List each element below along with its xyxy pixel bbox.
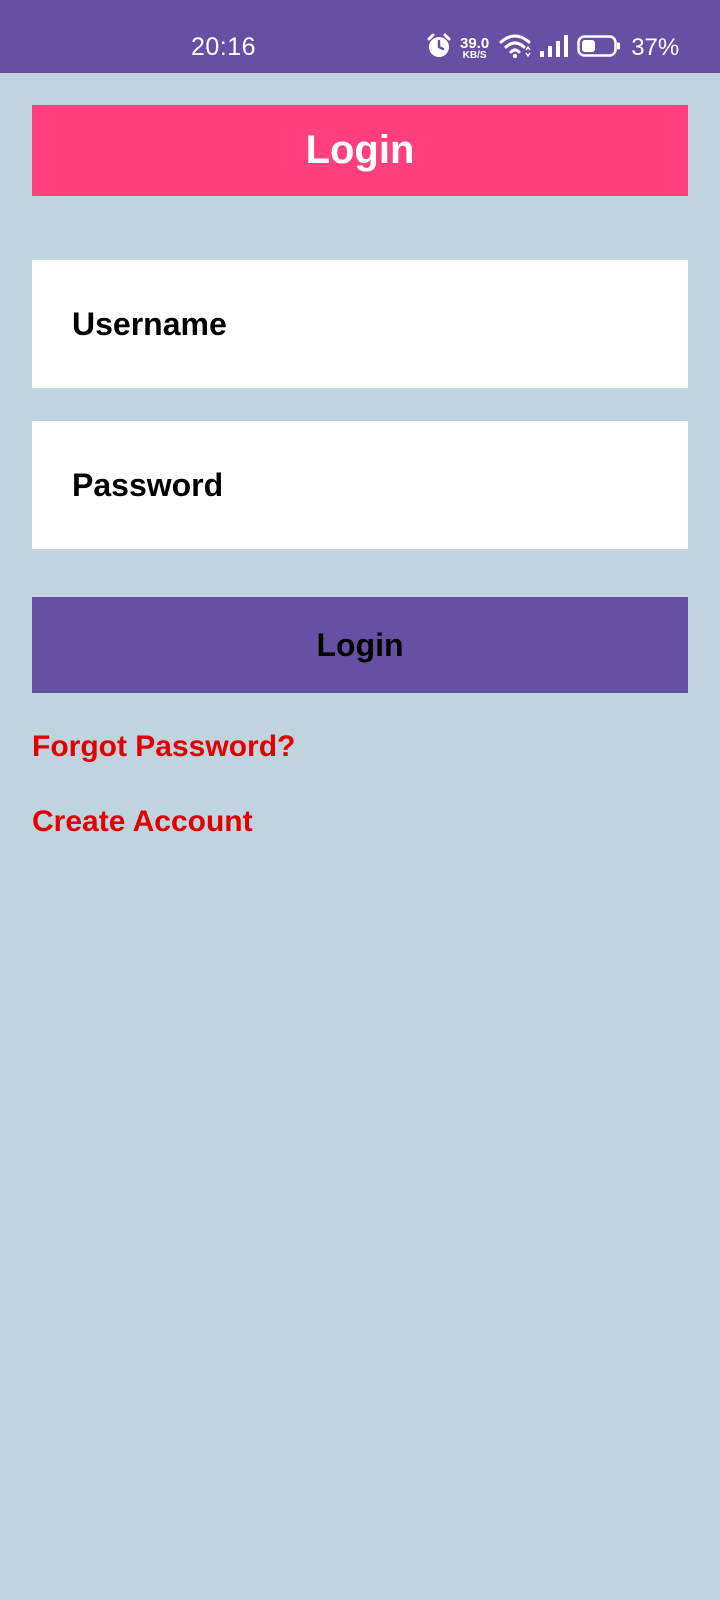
net-speed-value: 39.0 [460, 34, 490, 52]
forgot-password-link[interactable]: Forgot Password? [32, 730, 295, 764]
status-icons: 39.0 KB/S 37% [426, 33, 687, 63]
status-bar: 20:16 39.0 KB/S 37% [0, 0, 720, 73]
status-time: 20:16 [191, 33, 257, 61]
login-button[interactable]: Login [32, 597, 688, 693]
alarm-icon [426, 33, 452, 64]
password-field[interactable] [32, 421, 688, 549]
net-speed: 39.0 KB/S [460, 36, 489, 61]
battery-percent: 37% [631, 34, 680, 61]
wifi-icon [499, 33, 531, 64]
create-account-link[interactable]: Create Account [32, 805, 253, 839]
net-speed-unit: KB/S [462, 49, 487, 61]
signal-icon [539, 34, 569, 63]
battery-icon [577, 34, 621, 63]
page-title: Login [32, 105, 688, 196]
username-field[interactable] [32, 260, 688, 388]
